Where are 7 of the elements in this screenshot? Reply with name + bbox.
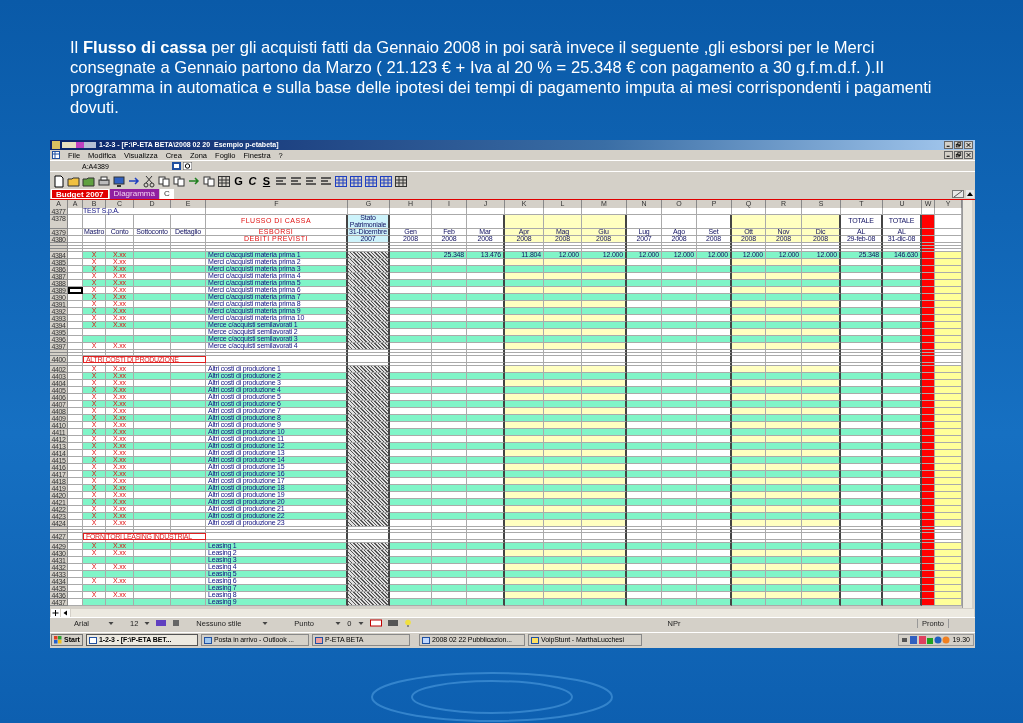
intro-paragraph: Il Flusso di cassa per gli acquisti fatti da Gennaio 2008 in poi sarà invece il seguente ,gli esborsi per le Merci consegnate a Gennaio partono da Marzo ( 21.123 € + Iva al 20 % = 25.348 € con pagamento a 30 g.f.m.d.f. ).Il programma in automatica e sulla base delle ipotesi dei tempi di pagamento imputa ai mesi corrispondenti i pagamenti dovuti. <box>70 38 933 118</box>
format-button[interactable]: G <box>232 174 245 188</box>
sheet-tab[interactable]: C <box>159 189 174 199</box>
sheet-tab[interactable]: Diagramma <box>109 189 159 199</box>
format-button[interactable]: C <box>246 174 259 188</box>
sheet-tab[interactable]: Budget 2007 <box>51 189 109 199</box>
format-button[interactable]: S <box>260 174 273 188</box>
